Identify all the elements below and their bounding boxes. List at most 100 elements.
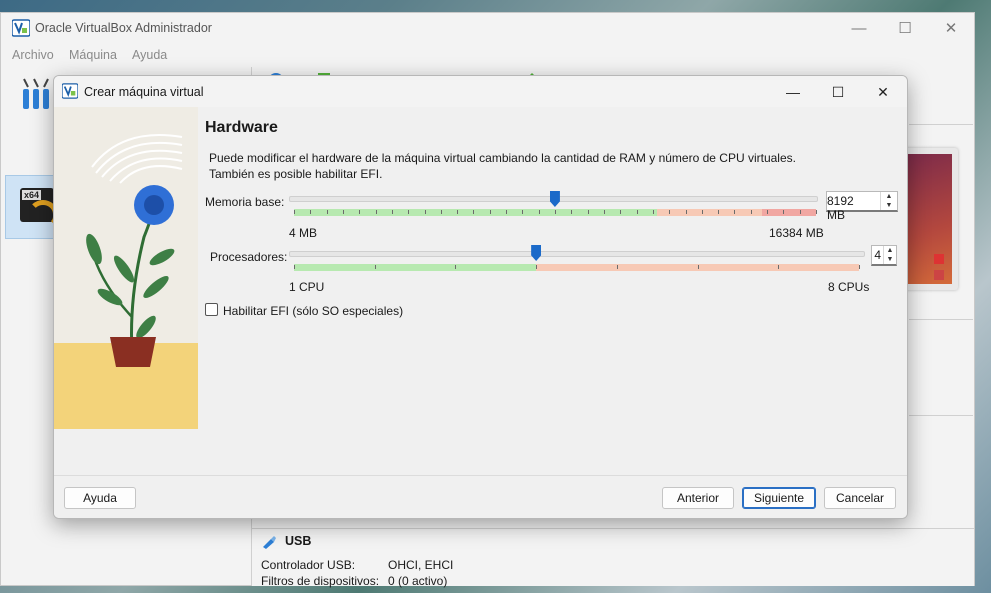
dialog-close-button[interactable]: ✕ (861, 80, 905, 104)
memory-tick (457, 210, 459, 214)
wizard-content: Hardware Puede modificar el hardware de … (198, 107, 907, 475)
memory-tick (799, 210, 801, 214)
minimize-button[interactable]: — (839, 17, 879, 41)
memory-scale-red (762, 209, 816, 216)
page-title: Hardware (205, 119, 278, 136)
cpu-min-label: 1 CPU (289, 280, 325, 294)
cpu-slider-handle[interactable] (531, 245, 542, 261)
memory-spin-arrows[interactable]: ▲ ▼ (880, 192, 897, 210)
menu-bar: Archivo Máquina Ayuda (1, 44, 974, 66)
memory-tick (816, 210, 817, 214)
usb-section: USB Controlador USB: OHCI, EHCI Filtros … (252, 528, 974, 588)
cpu-value: 4 (874, 248, 881, 262)
tools-icon[interactable] (21, 77, 51, 111)
usb-controller-label: Controlador USB: (261, 558, 356, 572)
memory-tick (522, 210, 524, 214)
memory-tick (538, 210, 540, 214)
separator (909, 415, 973, 416)
plant-illustration (86, 185, 175, 367)
vm-preview (900, 148, 958, 290)
cpu-scale-green (294, 264, 536, 271)
memory-label: Memoria base: (205, 195, 285, 209)
memory-tick (718, 210, 720, 214)
efi-label[interactable]: Habilitar EFI (sólo SO especiales) (223, 304, 403, 318)
next-button[interactable]: Siguiente (742, 487, 816, 509)
memory-tick (375, 210, 377, 214)
memory-tick (489, 210, 491, 214)
memory-tick (571, 210, 573, 214)
page-description: Puede modificar el hardware de la máquin… (209, 150, 809, 182)
memory-spinbox[interactable]: 8192 MB ▲ ▼ (826, 191, 898, 222)
memory-tick (750, 210, 752, 214)
vm-arch-badge: x64 (22, 190, 42, 200)
cpu-max-label: 8 CPUs (828, 280, 870, 294)
memory-tick (473, 210, 475, 214)
memory-tick (342, 210, 344, 214)
efi-checkbox[interactable] (205, 303, 218, 316)
memory-value: 8192 MB (827, 194, 854, 222)
create-vm-dialog: Crear máquina virtual — ☐ ✕ Hardware Pue… (53, 75, 908, 519)
cpu-tick (455, 265, 457, 269)
cpu-tick (374, 265, 376, 269)
help-button[interactable]: Ayuda (64, 487, 136, 509)
memory-min-label: 4 MB (289, 226, 318, 240)
dialog-titlebar: Crear máquina virtual — ☐ ✕ (54, 76, 907, 107)
back-button[interactable]: Anterior (662, 487, 734, 509)
menu-ayuda[interactable]: Ayuda (132, 48, 167, 62)
cpu-spinbox[interactable]: 4 ▲ ▼ (871, 245, 897, 266)
virtualbox-logo-icon (12, 19, 30, 37)
cpu-spin-arrows[interactable]: ▲ ▼ (883, 246, 896, 264)
vm-os-icon: x64 (20, 188, 58, 228)
cpu-tick (697, 265, 699, 269)
memory-tick (326, 210, 328, 214)
separator (909, 124, 973, 125)
close-button[interactable]: ✕ (931, 17, 971, 41)
cpu-tick (778, 265, 780, 269)
manager-titlebar: Oracle VirtualBox Administrador — ☐ ✕ (1, 13, 974, 43)
usb-filters-label: Filtros de dispositivos: (261, 574, 380, 588)
maximize-button[interactable]: ☐ (885, 17, 925, 41)
manager-title: Oracle VirtualBox Administrador (35, 21, 212, 35)
memory-tick (767, 210, 769, 214)
memory-tick (620, 210, 622, 214)
cpu-tick (536, 265, 538, 269)
cpu-slider-track[interactable] (289, 251, 865, 257)
wizard-illustration (54, 107, 198, 429)
menu-maquina[interactable]: Máquina (69, 48, 117, 62)
memory-tick (652, 210, 654, 214)
cpu-scale (294, 264, 859, 271)
memory-tick (685, 210, 687, 214)
dialog-maximize-button[interactable]: ☐ (816, 80, 860, 104)
memory-tick (603, 210, 605, 214)
usb-controller-value: OHCI, EHCI (388, 558, 454, 572)
dialog-title: Crear máquina virtual (84, 85, 204, 99)
memory-tick (783, 210, 785, 214)
memory-scale-orange (657, 209, 762, 216)
dialog-minimize-button[interactable]: — (771, 80, 815, 104)
memory-tick (294, 210, 295, 214)
memory-tick (391, 210, 393, 214)
memory-tick (734, 210, 736, 214)
vm-list-item[interactable]: x64 (5, 175, 58, 239)
memory-tick (587, 210, 589, 214)
memory-tick (408, 210, 410, 214)
memory-slider-handle[interactable] (549, 191, 560, 207)
memory-tick (701, 210, 703, 214)
description-line: Puede modificar el hardware de la máquin… (209, 151, 796, 165)
usb-icon (263, 536, 276, 549)
separator (909, 319, 973, 320)
memory-tick (310, 210, 312, 214)
preview-app-icon (934, 270, 944, 280)
memory-tick (440, 210, 442, 214)
usb-filters-value: 0 (0 activo) (388, 574, 448, 588)
usb-title: USB (285, 534, 312, 548)
menu-archivo[interactable]: Archivo (12, 48, 54, 62)
cpu-tick (294, 265, 295, 269)
memory-scale-green (294, 209, 657, 216)
cancel-button[interactable]: Cancelar (824, 487, 896, 509)
memory-tick (669, 210, 671, 214)
cpu-tick (616, 265, 618, 269)
memory-tick (555, 210, 556, 214)
description-line: También es posible habilitar EFI. (209, 167, 383, 181)
memory-tick (636, 210, 638, 214)
